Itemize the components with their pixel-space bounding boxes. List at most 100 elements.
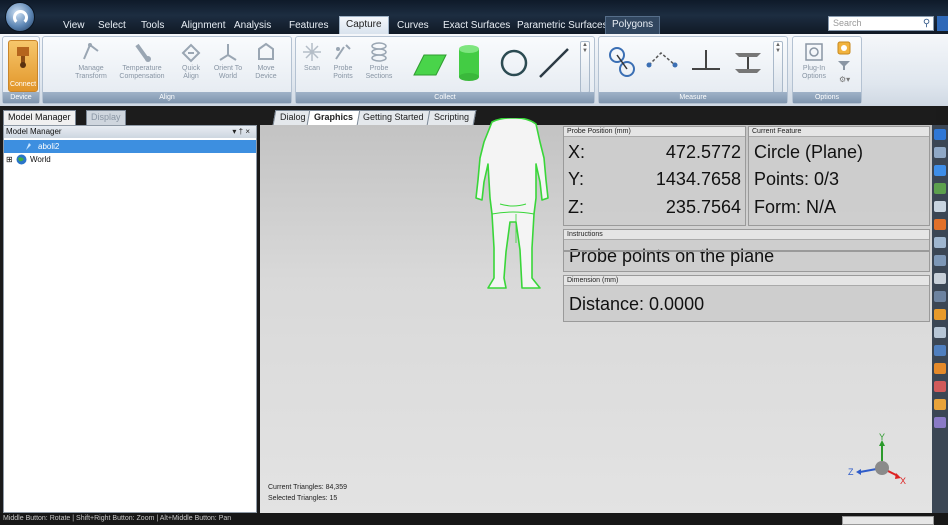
line-feature-icon[interactable] [536,45,572,81]
triangle-counts: Current Triangles: 84,359 Selected Trian… [268,482,347,504]
tab-select[interactable]: Select [98,18,126,33]
application-window: { "ribbon_tabs": ["View","Select","Tools… [0,0,948,525]
plug-in-options-button[interactable]: Plug-In Options [797,41,831,81]
zoom-icon[interactable] [934,201,946,212]
panel-controls[interactable]: ▾ † × [232,126,250,138]
circle-feature-icon[interactable] [498,47,530,79]
manage-transform-button[interactable]: Manage Transform [73,41,109,81]
probe-points-label-2: Points [333,73,353,80]
measure-circles-icon[interactable] [607,45,637,81]
measure-perpendicular-icon[interactable] [689,47,723,77]
device-caption: Device [3,92,39,103]
highlight-icon[interactable] [934,309,946,320]
tab-features[interactable]: Features [289,18,328,33]
current-feature-panel: Current Feature Circle (Plane) Points: 0… [748,126,930,226]
move-device-icon [258,42,274,60]
application-menu-button[interactable] [5,2,35,32]
tab-model-manager[interactable]: Model Manager [3,110,76,125]
color-map-icon[interactable] [934,381,946,392]
tab-scripting[interactable]: Scripting [426,110,477,125]
feature-form: Form: N/A [754,197,837,217]
collect-caption: Collect [296,92,594,103]
rotate-view-icon[interactable] [934,147,946,158]
tab-parametric-surfaces[interactable]: Parametric Surfaces [517,18,608,33]
tab-analysis[interactable]: Analysis [234,18,271,33]
section-icon[interactable] [934,255,946,266]
help-icon[interactable] [937,16,948,31]
window-icon[interactable] [934,345,946,356]
expand-icon[interactable]: ⊞ [6,153,13,166]
align-group: Manage Transform Temperature Compensatio… [42,36,292,104]
orient-axes-icon [219,44,237,61]
chart-icon[interactable] [934,291,946,302]
y-value: 1434.7658 [655,169,741,189]
measure-plane-distance-icon[interactable] [731,47,765,77]
instructions-title: Instructions [564,230,929,240]
left-panel-tabs: Model Manager Display [0,108,260,125]
measure-gallery-scroll[interactable]: ▲ ▼ [773,41,783,93]
scanned-model[interactable] [470,118,556,292]
move-device-button[interactable]: Move Device [248,41,284,81]
snapshot-icon[interactable] [934,327,946,338]
search-icon[interactable]: ⚲ [919,16,934,31]
scan-button[interactable]: Scan [298,41,326,73]
plug-in-icon [805,43,823,61]
settings-icon[interactable] [837,41,851,55]
app-logo-icon [13,10,28,25]
plug-in-label-1: Plug-In [802,65,826,72]
plane-feature-icon[interactable] [404,49,448,79]
z-label: Z: [568,197,584,217]
probe-sections-button[interactable]: Probe Sections [362,41,396,81]
current-feature-title: Current Feature [749,127,929,137]
probe-position-panel: Probe Position (mm) X: 472.5772 Y: 1434.… [563,126,746,226]
tab-polygons[interactable]: Polygons [605,16,661,34]
lighting-icon[interactable] [934,399,946,410]
tab-tools[interactable]: Tools [141,18,164,33]
probe-points-button[interactable]: Probe Points [328,41,358,81]
export-icon[interactable] [934,417,946,428]
tab-getting-started[interactable]: Getting Started [355,110,431,125]
tab-getting-started-label: Getting Started [363,112,424,122]
globe-icon [16,154,27,165]
temperature-compensation-button[interactable]: Temperature Compensation [119,41,165,81]
move-device-label-2: Device [255,73,277,80]
collect-gallery-scroll[interactable]: ▲ ▼ [580,41,590,93]
cylinder-feature-icon[interactable] [456,43,482,83]
render-icon[interactable] [934,219,946,230]
measure-tool-icon[interactable] [934,273,946,284]
dimension-panel: Dimension (mm) Distance: 0.0000 [563,275,930,322]
cube-view-icon[interactable] [934,129,946,140]
ribbon: Connect Device Manage Transform Temperat… [0,34,948,106]
options-dropdown-icon[interactable]: ⚙▾ [839,75,850,84]
tab-graphics[interactable]: Graphics [306,110,361,125]
tab-alignment[interactable]: Alignment [181,18,225,33]
zoom-fit-icon[interactable] [934,165,946,176]
model-manager-panel: Model Manager ▾ † × aboli2 ⊞ World [3,125,257,513]
status-hint: Middle Button: Rotate | Shift+Right Butt… [3,515,232,522]
layers-icon[interactable] [934,183,946,194]
measure-points-icon[interactable] [645,47,679,77]
filter-icon[interactable] [837,59,851,71]
tree-item-aboli2[interactable]: aboli2 [4,140,256,153]
status-bar: Middle Button: Rotate | Shift+Right Butt… [0,513,948,525]
palette-icon[interactable] [934,363,946,374]
tree-item-world[interactable]: ⊞ World [4,153,256,166]
quick-align-button[interactable]: Quick Align [173,41,209,81]
feature-points: Points: 0/3 [754,169,840,189]
manage-transform-label-1: Manage [78,65,104,72]
tab-capture[interactable]: Capture [339,16,389,34]
tab-display[interactable]: Display [86,110,126,125]
tab-exact-surfaces[interactable]: Exact Surfaces [443,18,510,33]
tab-curves[interactable]: Curves [397,18,429,33]
connect-button[interactable]: Connect [8,40,38,92]
probe-points-icon [335,44,351,60]
probe-sections-icon [371,42,387,62]
x-axis-label: X [900,476,906,486]
orient-label-2: World [218,73,238,80]
feature-name: Circle (Plane) [754,142,864,162]
options-caption: Options [793,92,861,103]
orient-to-world-button[interactable]: Orient To World [210,41,246,81]
right-toolbar [932,125,948,513]
display-icon[interactable] [934,237,946,248]
tab-view[interactable]: View [63,18,85,33]
